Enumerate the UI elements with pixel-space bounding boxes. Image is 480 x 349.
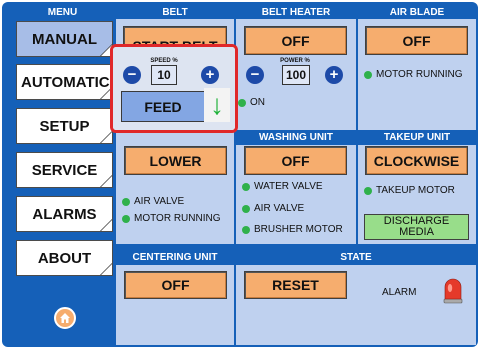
indicator-label: BRUSHER MOTOR <box>254 224 343 235</box>
home-icon <box>60 313 70 323</box>
status-dot <box>122 197 130 206</box>
minus-icon: − <box>250 66 260 83</box>
belt-heater-header: BELT HEATER <box>236 6 356 19</box>
sidebar-item-label: MANUAL <box>32 30 97 48</box>
status-dot <box>242 182 250 191</box>
sidebar-item-label: AUTOMATIC <box>21 73 110 91</box>
sidebar-item-setup[interactable]: SETUP <box>16 108 113 144</box>
air-valve-indicator: AIR VALVE <box>122 196 184 207</box>
state-header: STATE <box>236 251 476 265</box>
lower-button[interactable]: LOWER <box>124 146 227 175</box>
indicator-label: MOTOR RUNNING <box>134 213 221 224</box>
takeup-motor-indicator: TAKEUP MOTOR <box>364 185 455 196</box>
power-decrease-button[interactable]: − <box>246 66 264 84</box>
button-label: OFF <box>161 277 190 293</box>
plus-icon: + <box>329 66 339 83</box>
feed-label: FEED <box>144 98 182 115</box>
discharge-media-button[interactable]: DISCHARGE MEDIA <box>364 214 469 240</box>
button-label: OFF <box>402 32 431 49</box>
power-value: 100 <box>282 65 310 85</box>
sidebar-item-label: SETUP <box>39 117 90 135</box>
status-dot <box>364 186 372 195</box>
button-label: MEDIA <box>399 226 434 238</box>
speed-label: SPEED % <box>150 58 178 64</box>
status-dot <box>242 204 250 213</box>
button-label: OFF <box>281 152 310 169</box>
air-valve-indicator: AIR VALVE <box>242 203 304 214</box>
status-dot <box>122 214 130 223</box>
fold-corner <box>100 219 112 231</box>
indicator-label: TAKEUP MOTOR <box>376 185 455 196</box>
brusher-motor-indicator: BRUSHER MOTOR <box>242 224 343 235</box>
reset-button[interactable]: RESET <box>244 271 347 299</box>
status-dot <box>242 225 250 234</box>
beacon-light-icon <box>443 278 463 304</box>
fold-corner <box>100 263 112 275</box>
plus-icon: + <box>205 66 215 83</box>
minus-icon: − <box>127 66 137 83</box>
speed-increase-button[interactable]: + <box>201 66 219 84</box>
washing-unit-header: WASHING UNIT <box>236 131 356 145</box>
belt-heater-button[interactable]: OFF <box>244 26 347 55</box>
indicator-label: ON <box>250 97 265 108</box>
sidebar-item-automatic[interactable]: AUTOMATIC <box>16 64 113 100</box>
water-valve-indicator: WATER VALVE <box>242 181 323 192</box>
power-increase-button[interactable]: + <box>325 66 343 84</box>
menu-header: MENU <box>14 6 111 19</box>
sidebar-item-label: SERVICE <box>31 161 98 179</box>
sidebar-item-service[interactable]: SERVICE <box>16 152 113 188</box>
clockwise-button[interactable]: CLOCKWISE <box>365 146 468 175</box>
power-label: POWER % <box>280 58 310 64</box>
belt-header: BELT <box>116 6 234 19</box>
centering-unit-button[interactable]: OFF <box>124 271 227 299</box>
button-label: RESET <box>272 277 319 293</box>
centering-unit-header: CENTERING UNIT <box>116 251 234 265</box>
home-button[interactable] <box>54 307 76 329</box>
speed-decrease-button[interactable]: − <box>123 66 141 84</box>
indicator-label: AIR VALVE <box>254 203 305 214</box>
sidebar-item-alarms[interactable]: ALARMS <box>16 196 113 232</box>
button-label: LOWER <box>149 152 202 169</box>
speed-value: 10 <box>151 65 177 85</box>
indicator-label: MOTOR RUNNING <box>376 69 463 80</box>
status-dot <box>238 98 246 107</box>
status-dot <box>364 70 372 79</box>
feed-button[interactable]: FEED <box>121 91 205 122</box>
fold-corner <box>100 131 112 143</box>
washing-unit-button[interactable]: OFF <box>244 146 347 175</box>
alarm-label: ALARM <box>382 287 417 298</box>
sidebar-item-about[interactable]: ABOUT <box>16 240 113 276</box>
sidebar-item-manual[interactable]: MANUAL <box>16 21 113 57</box>
air-blade-header: AIR BLADE <box>358 6 476 19</box>
air-blade-button[interactable]: OFF <box>365 26 468 55</box>
sidebar-item-label: ALARMS <box>32 205 97 223</box>
button-label: OFF <box>281 32 310 49</box>
motor-running-indicator: MOTOR RUNNING <box>364 69 462 80</box>
indicator-label: AIR VALVE <box>134 196 185 207</box>
green-down-arrow-icon: ↓ <box>204 88 230 122</box>
takeup-unit-header: TAKEUP UNIT <box>358 131 476 145</box>
fold-corner <box>100 175 112 187</box>
indicator-label: WATER VALVE <box>254 181 323 192</box>
sidebar-item-label: ABOUT <box>37 249 92 267</box>
button-label: CLOCKWISE <box>373 152 460 169</box>
motor-running-indicator: MOTOR RUNNING <box>122 213 220 224</box>
belt-on-indicator: ON <box>238 97 265 108</box>
